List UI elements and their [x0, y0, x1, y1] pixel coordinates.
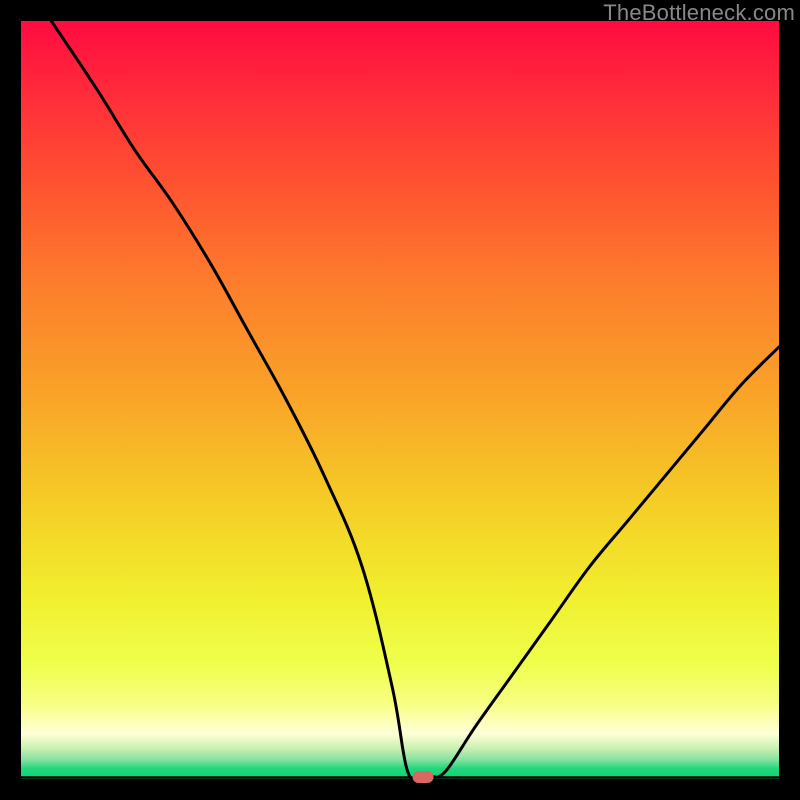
- curve-layer: [21, 21, 779, 779]
- watermark-text: TheBottleneck.com: [603, 0, 795, 26]
- chart-frame: TheBottleneck.com: [0, 0, 800, 800]
- bottleneck-curve-path: [51, 21, 779, 779]
- min-marker: [412, 771, 433, 783]
- plot-area: [21, 21, 779, 779]
